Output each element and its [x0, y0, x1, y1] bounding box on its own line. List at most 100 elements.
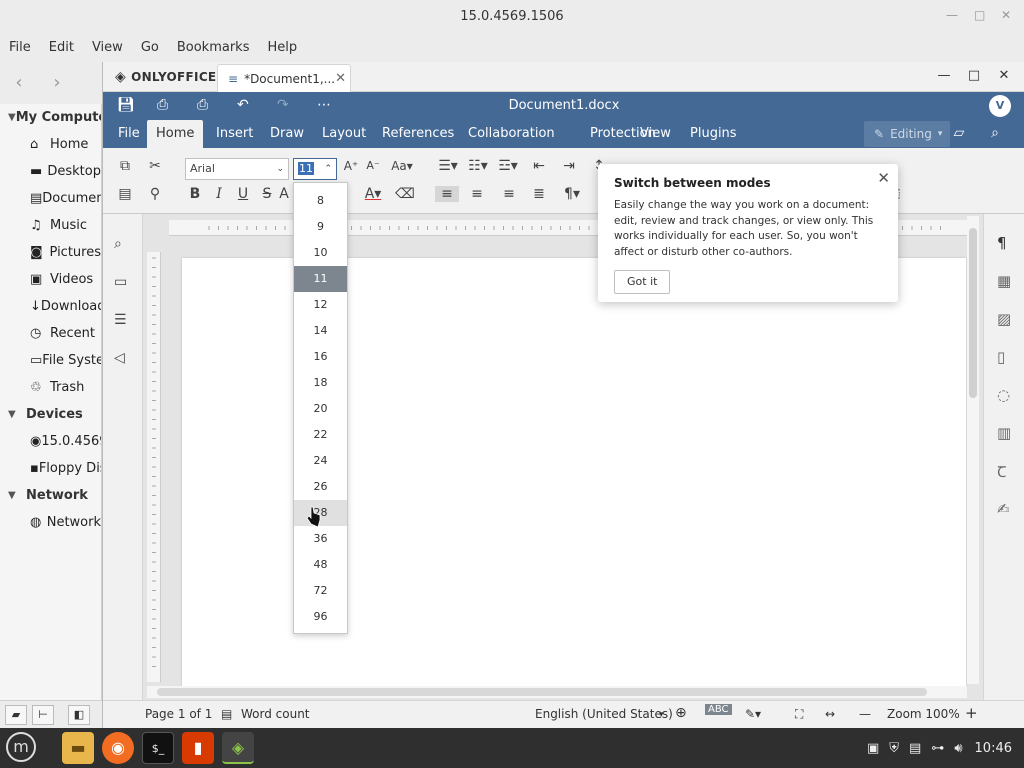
format-painter-icon[interactable]: ⚲ [143, 186, 167, 202]
close-tab-icon[interactable]: ✕ [335, 71, 346, 86]
shape-settings-icon[interactable]: ◌ [997, 386, 1010, 404]
update-icon[interactable]: ▤ [909, 741, 921, 756]
firefox-app-icon[interactable]: ◉ [102, 732, 134, 764]
close-icon[interactable]: ✕ [989, 68, 1019, 83]
sidebar-item[interactable]: ⌂ Home [0, 131, 101, 158]
sidebar-item[interactable]: ◷ Recent [0, 320, 101, 347]
font-size-option[interactable]: 14 [294, 318, 347, 344]
volume-icon[interactable]: 🔊︎ [954, 741, 962, 756]
sidebar-item[interactable]: ◉15.0.4569.1506 [0, 428, 101, 455]
language-select[interactable]: English (United States) [535, 707, 673, 721]
clock[interactable]: 10:46 [975, 741, 1012, 756]
font-size-option[interactable]: 11 [294, 266, 347, 292]
superscript-icon[interactable]: A [277, 186, 291, 202]
shield-icon[interactable]: ⛨ [889, 741, 899, 756]
font-size-option[interactable]: 72 [294, 578, 347, 604]
terminal-app-icon[interactable]: $_ [142, 732, 174, 764]
office-app-icon[interactable]: ▮ [182, 732, 214, 764]
tab-draw[interactable]: Draw [261, 120, 313, 148]
maximize-icon[interactable]: □ [959, 68, 989, 83]
table-settings-icon[interactable]: ▦ [997, 272, 1011, 290]
paragraph-settings-icon[interactable]: ¶ [997, 234, 1007, 252]
bullets-icon[interactable]: ☰▾ [435, 158, 461, 174]
word-count-button[interactable]: Word count [241, 707, 310, 721]
spellcheck-icon[interactable]: ABC [705, 704, 732, 715]
font-size-option[interactable]: 18 [294, 370, 347, 396]
align-center-icon[interactable]: ≡ [465, 186, 489, 202]
font-size-option[interactable]: 36 [294, 526, 347, 552]
open-location-icon[interactable]: ▱ [941, 125, 977, 141]
font-color-icon[interactable]: A▾ [361, 186, 385, 202]
tab-layout[interactable]: Layout [313, 120, 375, 148]
sidebar-section-header[interactable]: ▼My Computer [0, 104, 101, 131]
paragraph-marks-icon[interactable]: ¶▾ [557, 186, 587, 202]
close-icon[interactable]: ✕ [877, 169, 890, 187]
font-size-option[interactable]: 96 [294, 604, 347, 630]
increase-font-icon[interactable]: A⁺ [339, 159, 363, 173]
font-size-option[interactable]: 22 [294, 422, 347, 448]
multilevel-list-icon[interactable]: ☲▾ [495, 158, 521, 174]
document-tab[interactable]: ≡ *Document1,... ✕ [217, 64, 351, 92]
font-size-option[interactable]: 20 [294, 396, 347, 422]
sidebar-item[interactable]: ♫ Music [0, 212, 101, 239]
header-footer-icon[interactable]: ▯ [997, 348, 1005, 366]
feedback-icon[interactable]: ◁ [114, 350, 125, 366]
navigation-icon[interactable]: ☰ [114, 312, 127, 328]
signature-icon[interactable]: ✍ [997, 500, 1010, 518]
font-size-option[interactable]: 26 [294, 474, 347, 500]
onlyoffice-logo[interactable]: ◈ ONLYOFFICE [115, 69, 216, 85]
font-size-select[interactable]: 11 ⌃ [293, 158, 337, 180]
clipboard-icon[interactable]: ▣ [867, 741, 879, 756]
tab-collaboration[interactable]: Collaboration [459, 120, 564, 148]
text-art-icon[interactable]: Ꞇ [997, 462, 1006, 482]
editing-mode-button[interactable]: ✎ Editing ▾ [864, 121, 950, 147]
sidebar-item[interactable]: ▭File System [0, 347, 101, 374]
fit-page-icon[interactable]: ⛶ [795, 707, 803, 722]
tab-file[interactable]: File [109, 120, 149, 148]
fit-width-icon[interactable]: ↔ [825, 707, 835, 721]
menu-bookmarks[interactable]: Bookmarks [177, 40, 250, 55]
got-it-button[interactable]: Got it [614, 270, 671, 294]
align-right-icon[interactable]: ≡ [497, 186, 521, 202]
menu-go[interactable]: Go [141, 40, 159, 55]
chart-settings-icon[interactable]: ▥ [997, 424, 1011, 442]
onlyoffice-app-icon[interactable]: ◈ [222, 732, 254, 764]
sidebar-item[interactable]: ◙ Pictures [0, 239, 101, 266]
expand-triangle-icon[interactable]: ▼ [8, 490, 26, 501]
places-icon[interactable]: ▰ [5, 704, 27, 725]
search-icon[interactable]: ⌕ [977, 125, 1013, 141]
decrease-font-icon[interactable]: A⁻ [361, 159, 385, 172]
font-size-option[interactable]: 24 [294, 448, 347, 474]
justify-icon[interactable]: ≣ [527, 186, 551, 202]
sidebar-item[interactable]: ▪Floppy Disk [0, 455, 101, 482]
sidebar-item[interactable]: ▬ Desktop [0, 158, 101, 185]
comments-icon[interactable]: ▭ [114, 274, 127, 290]
maximize-icon[interactable]: □ [974, 8, 985, 22]
menu-file[interactable]: File [9, 40, 31, 55]
avatar[interactable]: V [989, 95, 1011, 117]
toggle-sidebar-icon[interactable]: ◧ [68, 704, 90, 725]
globe-icon[interactable]: ⊕ [675, 705, 687, 721]
tree-icon[interactable]: ⊢ [32, 704, 54, 725]
strikethrough-icon[interactable]: S [255, 186, 279, 202]
vertical-scrollbar[interactable] [967, 216, 979, 684]
tab-view[interactable]: View [631, 120, 680, 148]
font-name-select[interactable]: Arial ⌄ [185, 158, 289, 180]
decrease-indent-icon[interactable]: ⇤ [527, 158, 551, 174]
files-app-icon[interactable]: ▬ [62, 732, 94, 764]
tab-insert[interactable]: Insert [207, 120, 262, 148]
image-settings-icon[interactable]: ▨ [997, 310, 1011, 328]
vertical-ruler[interactable] [147, 252, 161, 682]
zoom-in-icon[interactable]: + [965, 704, 978, 722]
font-size-option[interactable]: 48 [294, 552, 347, 578]
font-size-option[interactable]: 16 [294, 344, 347, 370]
copy-icon[interactable]: ⧉ [113, 158, 137, 174]
search-icon[interactable]: ⌕ [114, 236, 122, 252]
scrollbar-thumb[interactable] [157, 688, 927, 696]
sidebar-item[interactable]: ♲ Trash [0, 374, 101, 401]
bold-icon[interactable]: B [183, 186, 207, 202]
expand-triangle-icon[interactable]: ▼ [8, 112, 16, 123]
forward-arrow-icon[interactable]: › [38, 72, 76, 93]
paste-icon[interactable]: ▤ [113, 186, 137, 202]
tab-home[interactable]: Home [147, 120, 204, 148]
